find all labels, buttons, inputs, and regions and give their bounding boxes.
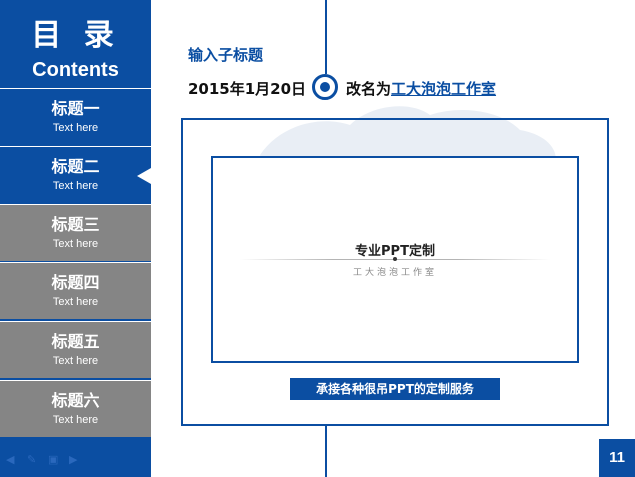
menu-item-2[interactable]: 标题二 Text here — [0, 146, 151, 203]
menu-item-sub: Text here — [52, 296, 99, 308]
menu-item-label: 标题六 — [51, 391, 100, 410]
menu-item-1[interactable]: 标题一 Text here — [0, 88, 151, 145]
sidebar: 目 录 Contents 标题一 Text here 标题二 Text here… — [0, 0, 151, 477]
timeline-node-dot — [320, 82, 330, 92]
date-label: 2015年1月20日 — [188, 80, 307, 98]
menu-item-label: 标题五 — [51, 332, 100, 351]
menu-item-sub: Text here — [52, 414, 99, 426]
menu-item-sub: Text here — [52, 238, 99, 250]
studio-link[interactable]: 工大泡泡工作室 — [391, 80, 496, 98]
center-subtitle: 工大泡泡工作室 — [352, 268, 437, 278]
rename-text: 改名为工大泡泡工作室 — [346, 78, 496, 99]
menu-item-label: 标题一 — [51, 99, 100, 118]
subtitle: 输入子标题 — [188, 46, 264, 64]
menu-item-label: 标题三 — [51, 215, 100, 234]
page-number: 11 — [599, 439, 635, 477]
timeline-line-bottom — [325, 426, 327, 477]
pen-icon[interactable]: ✎ — [27, 455, 36, 466]
screen-icon[interactable]: ▣ — [48, 455, 58, 466]
back-arrow-icon[interactable]: ◀ — [6, 455, 14, 466]
service-banner: 承接各种很吊PPT的定制服务 — [290, 378, 500, 400]
active-pointer-icon — [137, 168, 151, 184]
menu-item-sub: Text here — [52, 355, 99, 367]
menu-item-4[interactable]: 标题四 Text here — [0, 262, 151, 319]
timeline-line-top — [325, 0, 327, 74]
divider-dot — [393, 257, 397, 261]
forward-arrow-icon[interactable]: ▶ — [69, 455, 77, 466]
menu-item-label: 标题四 — [51, 273, 100, 292]
menu-item-sub: Text here — [52, 122, 99, 134]
rename-prefix: 改名为 — [346, 80, 392, 98]
sidebar-title: 目 录 — [31, 18, 120, 53]
sidebar-header: 目 录 Contents — [0, 0, 151, 88]
menu-item-label: 标题二 — [51, 157, 100, 176]
menu-item-6[interactable]: 标题六 Text here — [0, 380, 151, 437]
menu-item-sub: Text here — [52, 180, 99, 192]
sidebar-subtitle: Contents — [32, 59, 119, 81]
menu-item-5[interactable]: 标题五 Text here — [0, 321, 151, 378]
menu-item-3[interactable]: 标题三 Text here — [0, 204, 151, 261]
